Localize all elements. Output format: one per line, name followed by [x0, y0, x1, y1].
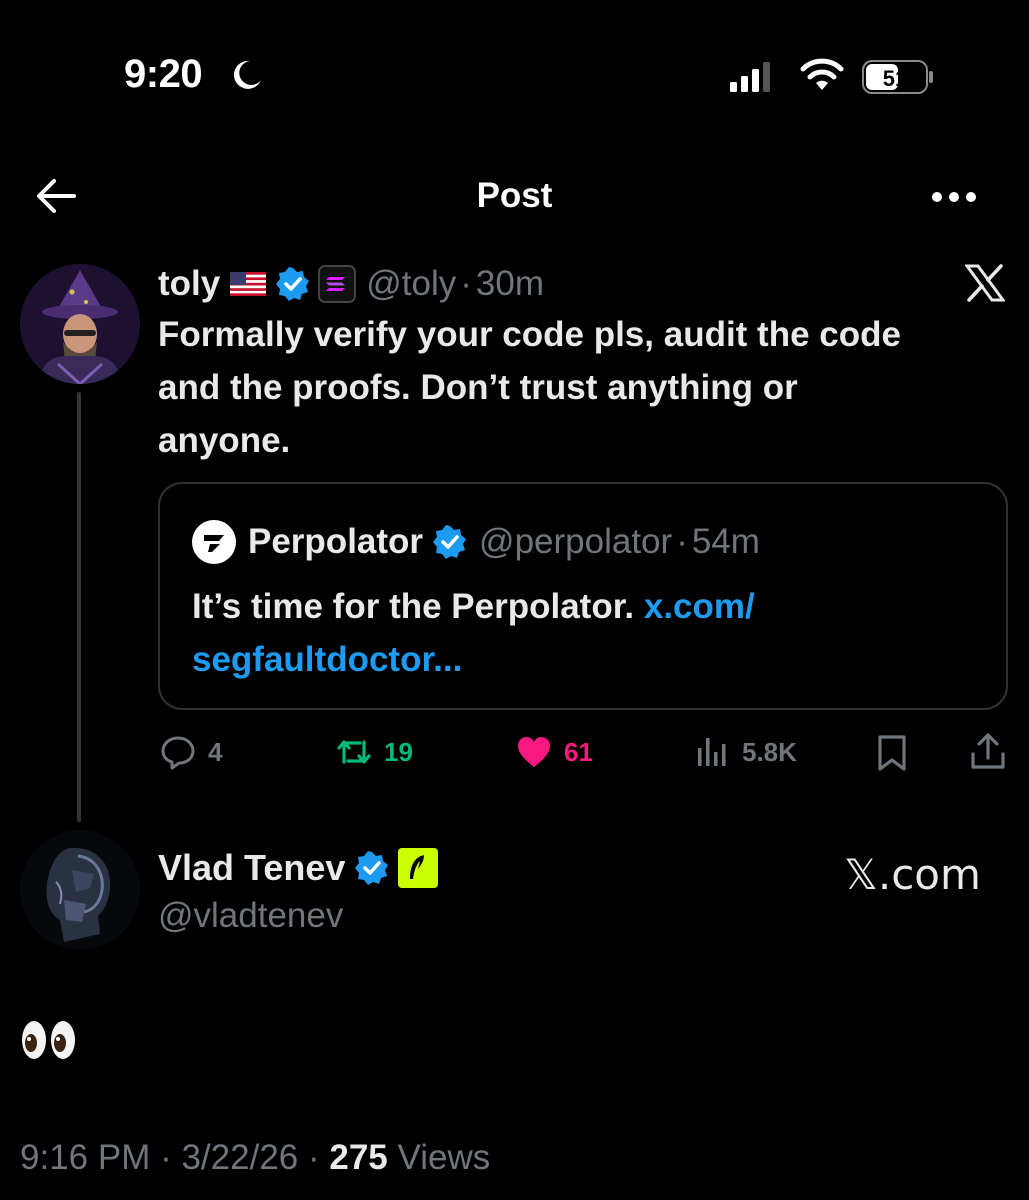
views-button[interactable]: 5.8K [694, 734, 797, 770]
quote-author-name[interactable]: Perpolator [248, 522, 423, 562]
share-icon[interactable] [968, 732, 1008, 772]
separator-dot: · [676, 522, 688, 561]
quote-time: 54m [691, 522, 760, 561]
moon-icon [233, 60, 261, 89]
retweet-button[interactable]: 19 [336, 734, 413, 770]
separator-dot: · [150, 1138, 182, 1177]
post-time: 9:16 PM [20, 1138, 151, 1177]
bookmark-icon[interactable] [874, 734, 910, 772]
eyes-emoji-icon [22, 1021, 75, 1059]
signal-icon [730, 62, 770, 92]
quoted-tweet-card[interactable]: Perpolator @perpolator · 54m It’s time f… [158, 482, 1008, 710]
retweet-count: 19 [384, 736, 413, 767]
thread-line [77, 392, 81, 822]
quote-text: It’s time for the Perpolator. x.com/ seg… [192, 580, 952, 686]
avatar-toly[interactable] [20, 264, 140, 384]
separator-dot: · [460, 264, 472, 303]
post-views-count: 275 [329, 1138, 388, 1177]
battery-level: 51 [883, 66, 907, 91]
reply-icon [161, 736, 195, 770]
post-views-label: Views [387, 1138, 491, 1177]
solana-badge-icon [318, 265, 357, 303]
wifi-icon [800, 58, 844, 90]
tweet-time: 30m [475, 264, 544, 303]
separator-dot: · [298, 1138, 330, 1177]
battery-icon: 51 [862, 60, 934, 94]
author-handle[interactable]: @toly [366, 264, 456, 304]
reply-author-row: Vlad Tenev [158, 846, 439, 890]
author-name[interactable]: toly [158, 264, 220, 304]
reply-author-handle[interactable]: @vladtenev [158, 896, 343, 936]
analytics-icon [698, 738, 726, 766]
avatar-vladtenev[interactable] [20, 830, 140, 950]
source-label: 𝕏.com [844, 850, 981, 899]
retweet-icon [337, 740, 371, 764]
reply-author-name[interactable]: Vlad Tenev [158, 847, 345, 889]
tweet-text: Formally verify your code pls, audit the… [158, 315, 901, 460]
post-meta: 9:16 PM · 3/22/26 · 275 Views [20, 1138, 490, 1178]
quote-body: It’s time for the Perpolator. [192, 587, 635, 626]
x-logo-icon [965, 264, 1005, 302]
perpolator-logo-icon [192, 520, 236, 564]
reply-count: 4 [208, 736, 223, 767]
page-title: Post [476, 176, 553, 215]
verified-badge-icon [355, 851, 389, 885]
more-icon[interactable] [930, 190, 978, 204]
quote-author-handle[interactable]: @perpolator [479, 522, 672, 562]
heart-icon [518, 737, 550, 767]
robinhood-badge-icon [398, 848, 439, 888]
like-button[interactable]: 61 [516, 734, 593, 770]
tweet-header: toly @toly · 30m [158, 262, 544, 306]
verified-badge-icon [276, 267, 310, 301]
reply-button[interactable]: 4 [160, 734, 222, 770]
quote-header: Perpolator @perpolator · 54m [192, 520, 760, 564]
views-count: 5.8K [742, 736, 797, 767]
like-count: 61 [564, 736, 593, 767]
us-flag-icon [230, 272, 267, 296]
post-date: 3/22/26 [181, 1138, 299, 1177]
verified-badge-icon [433, 525, 467, 559]
status-time: 9:20 [124, 52, 203, 96]
